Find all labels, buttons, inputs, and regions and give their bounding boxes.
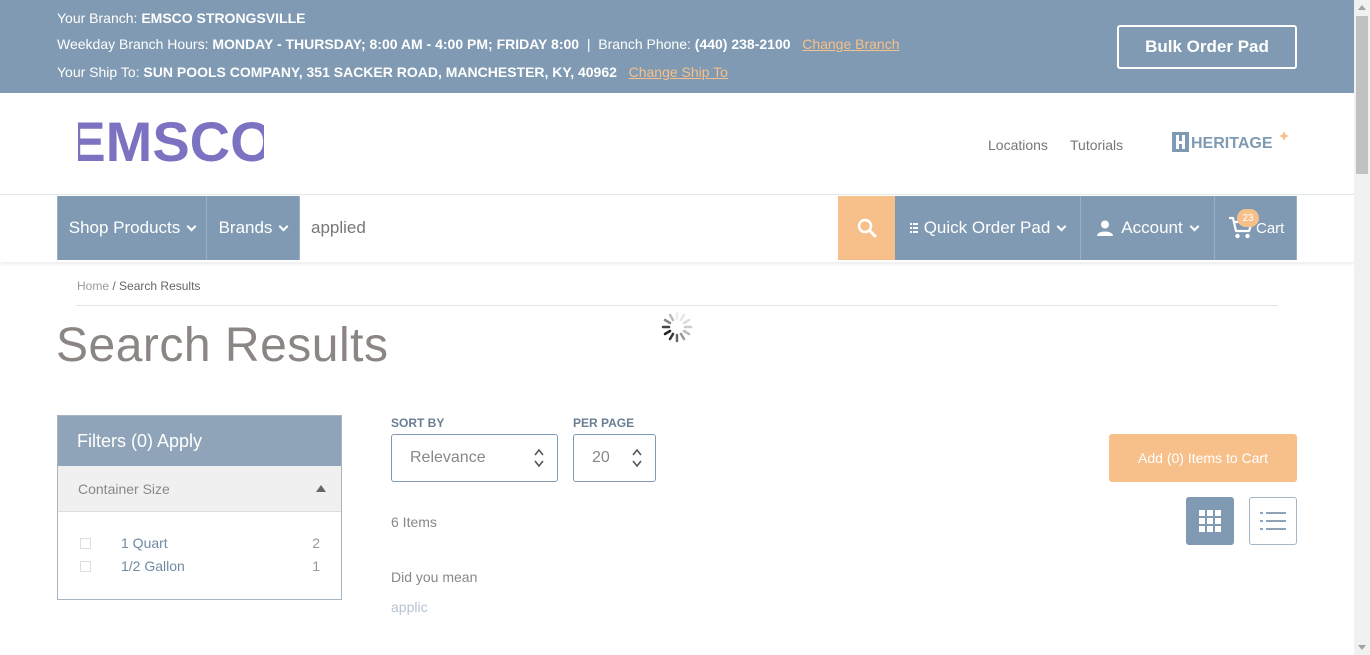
branch-label: Your Branch: [57, 10, 138, 26]
ship-value: SUN POOLS COMPANY, 351 SACKER ROAD, MANC… [143, 64, 617, 80]
branch-line: Your Branch: EMSCO STRONGSVILLE [57, 10, 305, 26]
filters-panel: Filters (0) Apply Container Size 1 Quart… [57, 415, 342, 600]
shop-products-label: Shop Products [68, 218, 181, 237]
tutorials-link[interactable]: Tutorials [1070, 137, 1123, 153]
branch-name: EMSCO STRONGSVILLE [141, 10, 306, 26]
filter-group-label: Container Size [78, 480, 170, 497]
page-scrollbar[interactable] [1354, 0, 1370, 655]
user-icon [1097, 220, 1114, 236]
separator: | [586, 36, 591, 52]
hours-line: Weekday Branch Hours: MONDAY - THURSDAY;… [57, 36, 900, 52]
account-label: Account [1121, 218, 1183, 237]
ship-line: Your Ship To: SUN POOLS COMPANY, 351 SAC… [57, 64, 728, 80]
search-button[interactable] [838, 196, 895, 260]
list-icon [1260, 512, 1286, 530]
filter-option[interactable]: 1/2 Gallon 1 [80, 558, 320, 574]
add-items-to-cart-button[interactable]: Add (0) Items to Cart [1109, 434, 1297, 482]
per-page-label: PER PAGE [573, 416, 635, 430]
sort-by-value: Relevance [410, 449, 486, 466]
per-page-value: 20 [592, 449, 610, 466]
search-icon [857, 218, 876, 238]
heritage-logo[interactable]: HERITAGE [1172, 131, 1290, 153]
quick-order-label: Quick Order Pad [923, 218, 1051, 237]
scroll-thumb[interactable] [1356, 16, 1368, 174]
select-arrows-icon [632, 448, 642, 468]
bulk-order-pad-button[interactable]: Bulk Order Pad [1117, 25, 1297, 69]
cart-count-badge: 23 [1237, 209, 1259, 227]
search-input[interactable] [300, 196, 838, 260]
hours-label: Weekday Branch Hours: [57, 36, 209, 52]
filter-checkbox[interactable] [80, 537, 91, 549]
change-ship-to-link[interactable]: Change Ship To [629, 64, 728, 80]
page-title: Search Results [56, 319, 389, 372]
list-view-button[interactable] [1249, 497, 1297, 545]
branch-info-bar: Your Branch: EMSCO STRONGSVILLE Weekday … [0, 0, 1354, 93]
scroll-down-arrow-icon[interactable] [1358, 645, 1366, 650]
heritage-text: HERITAGE [1191, 135, 1273, 152]
divider [76, 305, 1278, 306]
filter-option-label[interactable]: 1 Quart [121, 535, 168, 551]
account-menu[interactable]: Account [1081, 196, 1215, 260]
sort-by-label: SORT BY [391, 416, 445, 430]
chevron-down-icon [1056, 221, 1067, 231]
sort-by-select[interactable]: Relevance [391, 434, 558, 482]
cart-label: Cart [1256, 219, 1285, 237]
filter-group-container-size[interactable]: Container Size [58, 466, 341, 512]
collapse-triangle-icon [316, 485, 326, 492]
hours-value: MONDAY - THURSDAY; 8:00 AM - 4:00 PM; FR… [212, 36, 580, 52]
did-you-mean-label: Did you mean [391, 569, 478, 585]
grid-view-button[interactable] [1186, 497, 1234, 545]
spelling-suggestion-link[interactable]: applic [391, 599, 428, 615]
emsco-logo[interactable]: EMSCO [78, 112, 264, 170]
logo-text: EMSCO [78, 112, 264, 170]
shop-products-menu[interactable]: Shop Products [57, 196, 207, 260]
phone-value: (440) 238-2100 [694, 36, 791, 52]
filter-option-label[interactable]: 1/2 Gallon [121, 558, 185, 574]
grid-icon [1199, 510, 1221, 532]
filters-apply-button[interactable]: Filters (0) Apply [58, 416, 341, 466]
filter-checkbox[interactable] [80, 560, 91, 572]
locations-link[interactable]: Locations [988, 137, 1048, 153]
quick-order-pad-menu[interactable]: Quick Order Pad [895, 196, 1081, 260]
chevron-down-icon [278, 221, 289, 231]
cart-button[interactable]: Cart [1215, 196, 1297, 260]
per-page-select[interactable]: 20 [573, 434, 656, 482]
chevron-down-icon [186, 221, 197, 231]
brands-menu[interactable]: Brands [207, 196, 300, 260]
brands-label: Brands [218, 218, 273, 237]
loading-spinner-icon [661, 311, 693, 343]
breadcrumb-current: Search Results [119, 279, 201, 293]
list-icon [909, 223, 918, 233]
phone-label: Branch Phone: [598, 36, 691, 52]
breadcrumb: Home / Search Results [77, 279, 200, 293]
ship-label: Your Ship To: [57, 64, 140, 80]
breadcrumb-separator: / [112, 279, 116, 293]
scroll-up-arrow-icon[interactable] [1358, 5, 1366, 10]
select-arrows-icon [534, 448, 544, 468]
change-branch-link[interactable]: Change Branch [802, 36, 899, 52]
filter-option-count: 2 [312, 535, 320, 551]
chevron-down-icon [1189, 221, 1200, 231]
filter-option[interactable]: 1 Quart 2 [80, 535, 320, 551]
filter-option-count: 1 [312, 558, 320, 574]
breadcrumb-home[interactable]: Home [77, 279, 109, 293]
results-count: 6 Items [391, 514, 437, 530]
